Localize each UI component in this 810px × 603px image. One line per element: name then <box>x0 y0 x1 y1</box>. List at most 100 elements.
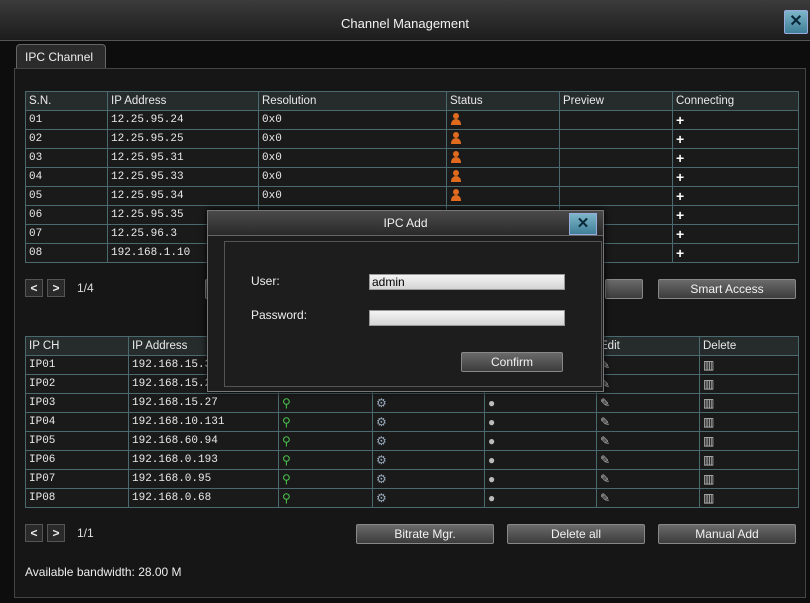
table-row[interactable]: 05 12.25.95.34 0x0 + <box>25 186 799 206</box>
ip-cell: 12.25.95.31 <box>107 148 259 168</box>
table-row[interactable]: IP06 192.168.0.193 ⚲ ⚙ ● ✎ ▥ <box>25 450 799 470</box>
settings-icon[interactable]: ⚙ <box>376 434 387 448</box>
close-icon[interactable]: ✕ <box>569 213 597 235</box>
ip-ch-cell: IP06 <box>25 450 129 470</box>
settings-cell: ⚙ <box>372 450 485 470</box>
user-field[interactable]: admin <box>369 274 565 290</box>
connecting-cell: + <box>672 243 799 263</box>
connecting-cell: + <box>672 129 799 149</box>
link-icon[interactable]: ⚲ <box>282 472 291 486</box>
delete-all-button[interactable]: Delete all <box>507 524 645 544</box>
table-row[interactable]: IP04 192.168.10.131 ⚲ ⚙ ● ✎ ▥ <box>25 412 799 432</box>
edit-cell: ✎ <box>596 450 700 470</box>
user-offline-icon <box>450 150 462 163</box>
settings-icon[interactable]: ⚙ <box>376 491 387 505</box>
settings-icon[interactable]: ⚙ <box>376 453 387 467</box>
add-icon[interactable]: + <box>676 131 684 147</box>
prev-page-button[interactable]: < <box>25 279 43 297</box>
info-cell: ● <box>484 393 597 413</box>
edit-icon[interactable]: ✎ <box>600 396 610 410</box>
table-row[interactable]: 02 12.25.95.25 0x0 + <box>25 129 799 149</box>
bitrate-mgr-button[interactable]: Bitrate Mgr. <box>356 524 494 544</box>
info-icon[interactable]: ● <box>488 415 495 429</box>
link-icon[interactable]: ⚲ <box>282 453 291 467</box>
close-icon[interactable]: ✕ <box>784 10 808 34</box>
add-icon[interactable]: + <box>676 150 684 166</box>
edit-icon[interactable]: ✎ <box>600 415 610 429</box>
password-field[interactable] <box>369 310 565 326</box>
edit-icon[interactable]: ✎ <box>600 453 610 467</box>
status-cell <box>446 110 560 130</box>
settings-cell: ⚙ <box>372 431 485 451</box>
settings-cell: ⚙ <box>372 488 485 508</box>
table-row[interactable]: IP07 192.168.0.95 ⚲ ⚙ ● ✎ ▥ <box>25 469 799 489</box>
password-label: Password: <box>251 308 308 322</box>
resolution-cell: 0x0 <box>258 167 447 187</box>
top-pager: < > 1/4 <box>25 279 94 297</box>
delete-icon[interactable]: ▥ <box>703 377 714 391</box>
settings-icon[interactable]: ⚙ <box>376 396 387 410</box>
sn-cell: 03 <box>25 148 108 168</box>
prev-page-button[interactable]: < <box>25 524 43 542</box>
add-icon[interactable]: + <box>676 112 684 128</box>
link-icon[interactable]: ⚲ <box>282 415 291 429</box>
resolution-cell: 0x0 <box>258 110 447 130</box>
delete-cell: ▥ <box>699 488 799 508</box>
info-icon[interactable]: ● <box>488 472 495 486</box>
edit-icon[interactable]: ✎ <box>600 434 610 448</box>
confirm-button[interactable]: Confirm <box>461 352 563 372</box>
add-icon[interactable]: + <box>676 226 684 242</box>
delete-icon[interactable]: ▥ <box>703 358 714 372</box>
delete-icon[interactable]: ▥ <box>703 472 714 486</box>
delete-icon[interactable]: ▥ <box>703 434 714 448</box>
ip-address-cell: 192.168.15.27 <box>128 393 279 413</box>
settings-icon[interactable]: ⚙ <box>376 415 387 429</box>
connecting-cell: + <box>672 110 799 130</box>
add-icon[interactable]: + <box>676 188 684 204</box>
ip-ch-cell: IP01 <box>25 355 129 375</box>
info-icon[interactable]: ● <box>488 491 495 505</box>
delete-icon[interactable]: ▥ <box>703 415 714 429</box>
edit-icon[interactable]: ✎ <box>600 472 610 486</box>
link-icon[interactable]: ⚲ <box>282 434 291 448</box>
edit-icon[interactable]: ✎ <box>600 491 610 505</box>
next-page-button[interactable]: > <box>47 279 65 297</box>
smart-access-button[interactable]: Smart Access <box>658 279 796 299</box>
table-row[interactable]: IP08 192.168.0.68 ⚲ ⚙ ● ✎ ▥ <box>25 488 799 508</box>
preview-cell <box>559 129 673 149</box>
delete-icon[interactable]: ▥ <box>703 396 714 410</box>
table-row[interactable]: IP03 192.168.15.27 ⚲ ⚙ ● ✎ ▥ <box>25 393 799 413</box>
delete-cell: ▥ <box>699 469 799 489</box>
manual-add-button[interactable]: Manual Add <box>658 524 796 544</box>
add-icon[interactable]: + <box>676 207 684 223</box>
info-icon[interactable]: ● <box>488 396 495 410</box>
edit-cell: ✎ <box>596 374 700 394</box>
link-icon[interactable]: ⚲ <box>282 396 291 410</box>
info-icon[interactable]: ● <box>488 434 495 448</box>
sn-cell: 06 <box>25 205 108 225</box>
col-header-edit: Edit <box>596 336 700 356</box>
hidden-button-right[interactable] <box>605 279 643 299</box>
ip-address-cell: 192.168.0.68 <box>128 488 279 508</box>
info-cell: ● <box>484 412 597 432</box>
link-cell: ⚲ <box>278 412 373 432</box>
next-page-button[interactable]: > <box>47 524 65 542</box>
info-icon[interactable]: ● <box>488 453 495 467</box>
table-row[interactable]: 03 12.25.95.31 0x0 + <box>25 148 799 168</box>
table-row[interactable]: IP05 192.168.60.94 ⚲ ⚙ ● ✎ ▥ <box>25 431 799 451</box>
tab-ipc-channel[interactable]: IPC Channel <box>16 44 106 68</box>
delete-icon[interactable]: ▥ <box>703 453 714 467</box>
add-icon[interactable]: + <box>676 245 684 261</box>
connecting-cell: + <box>672 167 799 187</box>
settings-icon[interactable]: ⚙ <box>376 472 387 486</box>
link-icon[interactable]: ⚲ <box>282 491 291 505</box>
link-cell: ⚲ <box>278 488 373 508</box>
delete-cell: ▥ <box>699 374 799 394</box>
table-row[interactable]: 01 12.25.95.24 0x0 + <box>25 110 799 130</box>
preview-cell <box>559 110 673 130</box>
info-cell: ● <box>484 488 597 508</box>
add-icon[interactable]: + <box>676 169 684 185</box>
table-row[interactable]: 04 12.25.95.33 0x0 + <box>25 167 799 187</box>
user-label: User: <box>251 274 280 288</box>
delete-icon[interactable]: ▥ <box>703 491 714 505</box>
